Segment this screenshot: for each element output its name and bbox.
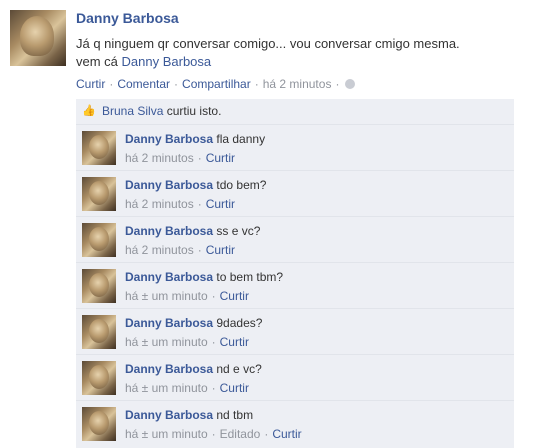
comment-text: fla danny [216,132,266,146]
commenter-name-link[interactable]: Danny Barbosa [125,316,213,330]
comment-meta: há 2 minutos · Curtir [125,197,236,211]
author-name-link[interactable]: Danny Barbosa [76,10,179,26]
comment-meta: há ± um minuto · Editado · Curtir [125,427,302,441]
comment-like-link[interactable]: Curtir [220,289,249,303]
post-message-main: Já q ninguem qr conversar comigo... vou … [76,36,460,51]
comment-body: Danny Barbosa ss e vc? [125,224,260,239]
comment-timestamp[interactable]: há ± um minuto [125,381,208,395]
comment-item: Danny Barbosa fla danny há 2 minutos · Cur… [76,125,514,171]
commenter-avatar[interactable] [82,407,116,441]
commenter-name-link[interactable]: Danny Barbosa [125,270,213,284]
comment-text: ss e vc? [216,224,261,238]
commenter-name-link[interactable]: Danny Barbosa [125,178,213,192]
comment-body: Danny Barbosa tdo bem? [125,178,266,193]
comment-timestamp[interactable]: há ± um minuto [125,335,208,349]
feedback-box: 👍 Bruna Silva curtiu isto. Danny Barbosa… [76,99,514,448]
mention-link[interactable]: Danny Barbosa [122,54,212,69]
comment-like-link[interactable]: Curtir [220,335,249,349]
comment-item: Danny Barbosa 9dades? há ± um minuto · Cur… [76,309,514,355]
comment-like-link[interactable]: Curtir [206,151,235,165]
commenter-name-link[interactable]: Danny Barbosa [125,132,213,146]
commenter-avatar[interactable] [82,315,116,349]
comment-body: Danny Barbosa to bem tbm? [125,270,283,285]
comment-item: Danny Barbosa tdo bem? há 2 minutos · Curt… [76,171,514,217]
comment-like-link[interactable]: Curtir [206,243,235,257]
comment-text: nd tbm [216,408,254,422]
comment-timestamp[interactable]: há 2 minutos [125,197,194,211]
author-avatar[interactable] [10,10,66,66]
commenter-avatar[interactable] [82,131,116,165]
post-actions: Curtir · Comentar · Compartilhar · há 2 minuto… [76,77,356,91]
comment-item: Danny Barbosa nd tbm há ± um minuto · Edit… [76,401,514,446]
commenter-name-link[interactable]: Danny Barbosa [125,408,213,422]
post-message-prefix: vem cá [76,54,118,69]
post-message: Já q ninguem qr conversar comigo... vou … [76,35,516,71]
share-link[interactable]: Compartilhar [182,77,251,91]
commenter-avatar[interactable] [82,223,116,257]
commenter-avatar[interactable] [82,361,116,395]
post-timestamp[interactable]: há 2 minutos [263,77,332,91]
comment-timestamp[interactable]: há 2 minutos [125,243,194,257]
commenter-name-link[interactable]: Danny Barbosa [125,362,213,376]
comment-meta: há ± um minuto · Curtir [125,289,249,303]
comment-timestamp[interactable]: há ± um minuto [125,427,208,441]
commenter-avatar[interactable] [82,177,116,211]
comment-text: tdo bem? [216,178,267,192]
comment-body: Danny Barbosa fla danny [125,132,265,147]
comment-meta: há ± um minuto · Curtir [125,335,249,349]
comment-body: Danny Barbosa nd tbm [125,408,253,423]
likes-row: 👍 Bruna Silva curtiu isto. [76,99,514,125]
comment-body: Danny Barbosa 9dades? [125,316,262,331]
edited-label[interactable]: Editado [220,427,261,441]
likes-sentence: Bruna Silva curtiu isto. [102,99,221,124]
likes-label: curtiu isto. [166,104,222,118]
comment-text: 9dades? [216,316,263,330]
comment-body: Danny Barbosa nd e vc? [125,362,262,377]
comment-text: nd e vc? [216,362,262,376]
comment-meta: há 2 minutos · Curtir [125,151,236,165]
like-post-link[interactable]: Curtir [76,77,105,91]
comment-like-link[interactable]: Curtir [206,197,235,211]
comment-timestamp[interactable]: há 2 minutos [125,151,194,165]
thumbs-up-icon: 👍 [82,105,96,117]
comment-meta: há 2 minutos · Curtir [125,243,236,257]
commenter-name-link[interactable]: Danny Barbosa [125,224,213,238]
comment-like-link[interactable]: Curtir [220,381,249,395]
comment-like-link[interactable]: Curtir [272,427,301,441]
commenter-avatar[interactable] [82,269,116,303]
comment-item: Danny Barbosa ss e vc? há 2 minutos · Curt… [76,217,514,263]
globe-icon[interactable] [345,79,356,89]
liker-name-link[interactable]: Bruna Silva [102,104,163,118]
comment-text: to bem tbm? [216,270,284,284]
comment-item: Danny Barbosa nd e vc? há ± um minuto · Cu… [76,355,514,401]
comment-link[interactable]: Comentar [117,77,170,91]
comment-item: Danny Barbosa to bem tbm? há ± um minuto… [76,263,514,309]
comment-timestamp[interactable]: há ± um minuto [125,289,208,303]
comment-meta: há ± um minuto · Curtir [125,381,249,395]
